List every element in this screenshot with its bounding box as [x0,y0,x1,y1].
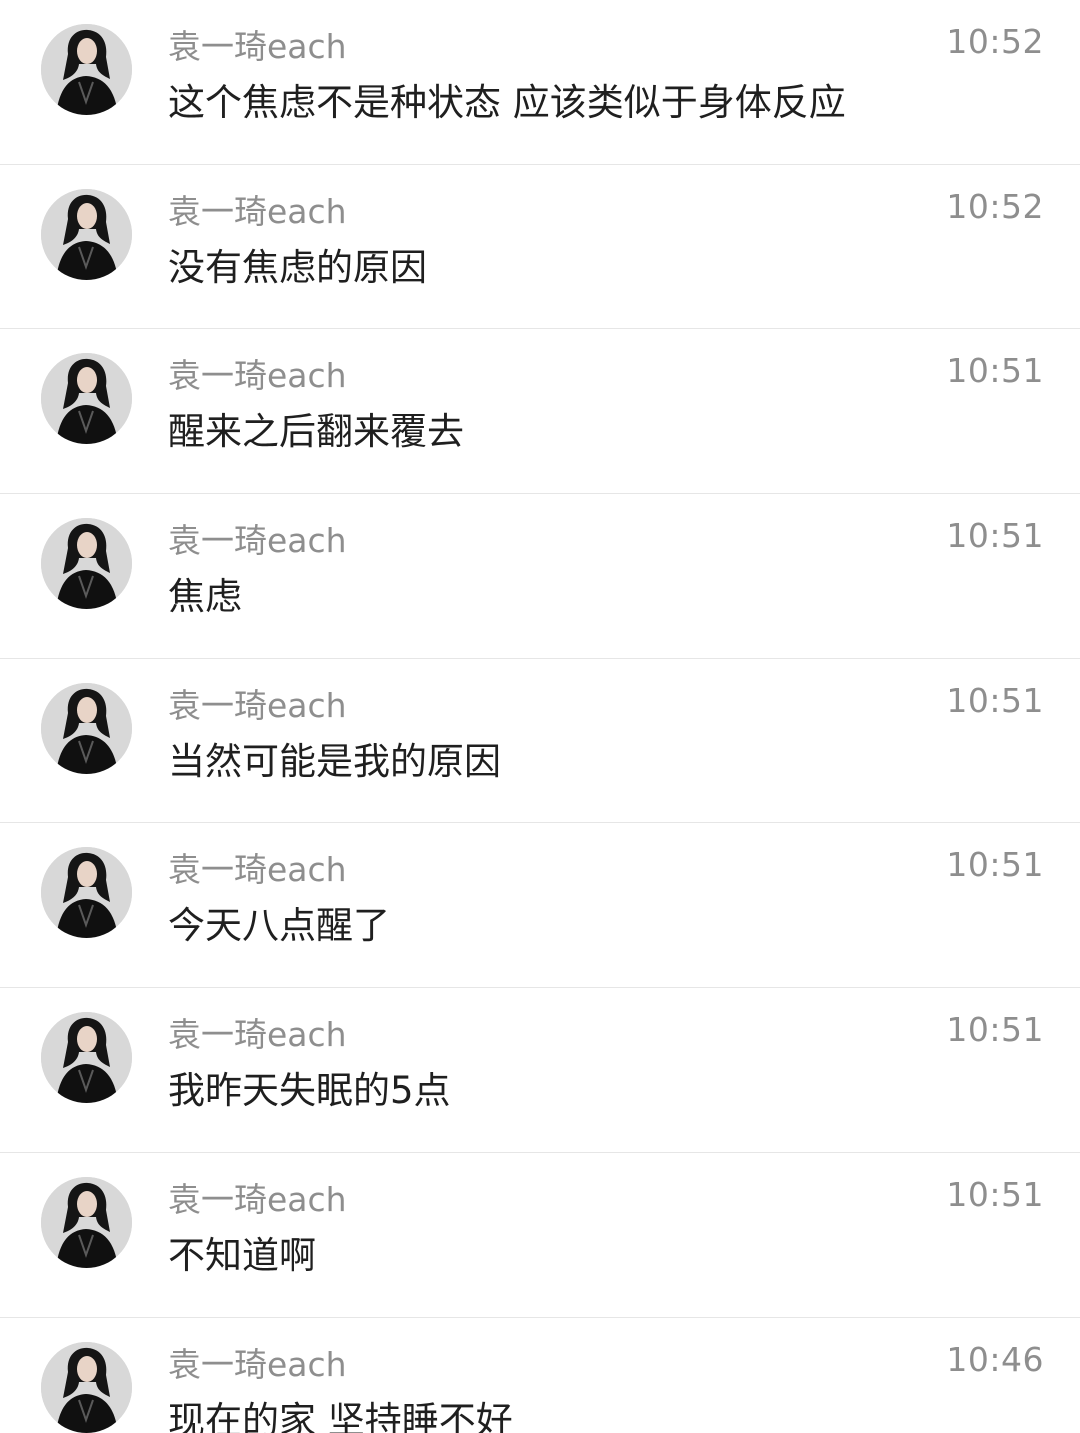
message-time: 10:51 [946,680,1044,720]
sender-name: 袁一琦each [168,521,347,561]
message-time: 10:51 [946,351,1044,391]
message-time: 10:52 [946,186,1044,226]
message-text: 不知道啊 [168,1233,316,1277]
message-row[interactable]: 袁一琦each 醒来之后翻来覆去 10:51 [0,329,1080,495]
message-text: 醒来之后翻来覆去 [168,410,464,454]
user-avatar-icon[interactable] [41,847,132,939]
message-row[interactable]: 袁一琦each 今天八点醒了 10:51 [0,823,1080,989]
sender-name: 袁一琦each [168,685,347,725]
message-row[interactable]: 袁一琦each 我昨天失眠的5点 10:51 [0,988,1080,1153]
user-avatar-icon[interactable] [41,1176,132,1268]
message-time: 10:46 [946,1339,1044,1379]
message-time: 10:51 [946,516,1044,556]
message-time: 10:52 [946,22,1044,61]
sender-name: 袁一琦each [168,850,347,890]
message-row[interactable]: 袁一琦each 现在的家 坚持睡不好 10:46 [0,1317,1080,1433]
message-text: 当然可能是我的原因 [168,739,501,783]
user-avatar-icon[interactable] [41,1012,132,1104]
message-text: 焦虑 [168,575,242,619]
sender-name: 袁一琦each [168,191,347,231]
user-avatar-icon[interactable] [41,353,132,445]
message-text: 我昨天失眠的5点 [168,1069,451,1113]
message-list: 袁一琦each 这个焦虑不是种状态 应该类似于身体反应 10:52 袁一琦eac… [0,0,1080,1433]
sender-name: 袁一琦each [168,356,347,396]
sender-name: 袁一琦each [168,1179,347,1219]
user-avatar-icon[interactable] [41,188,132,280]
sender-name: 袁一琦each [168,1015,347,1055]
sender-name: 袁一琦each [168,1344,347,1384]
user-avatar-icon[interactable] [41,682,132,774]
user-avatar-icon[interactable] [41,518,132,610]
message-text: 这个焦虑不是种状态 应该类似于身体反应 [168,81,846,124]
user-avatar-icon[interactable] [41,24,132,115]
sender-name: 袁一琦each [168,27,347,66]
message-time: 10:51 [946,1174,1044,1214]
message-row[interactable]: 袁一琦each 不知道啊 10:51 [0,1152,1080,1318]
message-time: 10:51 [946,845,1044,885]
message-text: 今天八点醒了 [168,904,390,948]
message-row[interactable]: 袁一琦each 焦虑 10:51 [0,494,1080,659]
message-row[interactable]: 袁一琦each 当然可能是我的原因 10:51 [0,658,1080,824]
user-avatar-icon[interactable] [41,1341,132,1433]
message-row[interactable]: 袁一琦each 没有焦虑的原因 10:52 [0,164,1080,330]
message-text: 没有焦虑的原因 [168,245,427,289]
message-text: 现在的家 坚持睡不好 [168,1398,513,1433]
message-row[interactable]: 袁一琦each 这个焦虑不是种状态 应该类似于身体反应 10:52 [0,0,1080,165]
message-time: 10:51 [946,1010,1044,1050]
